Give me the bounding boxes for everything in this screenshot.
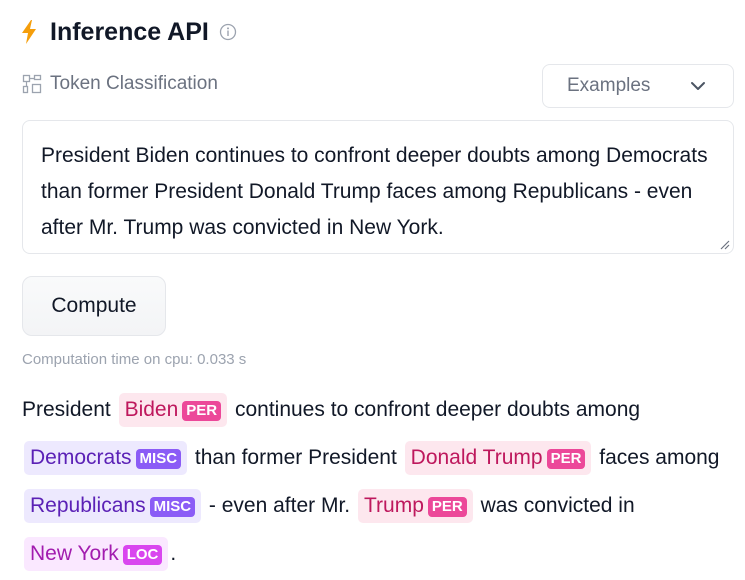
entity-text: Biden (124, 398, 179, 421)
entity-label: PER (427, 497, 467, 517)
token-classification-icon (22, 74, 42, 94)
entity-loc: New York LOC (24, 537, 169, 571)
compute-button[interactable]: Compute (22, 276, 166, 336)
entity-label: LOC (122, 545, 163, 565)
output-text: - even after Mr. (208, 494, 351, 517)
task-label: Token Classification (50, 73, 218, 94)
entity-text: New York (30, 542, 119, 565)
output-text: was convicted in (480, 494, 635, 517)
inference-api-title: Inference API (50, 17, 209, 46)
computation-time: Computation time on cpu: 0.033 s (22, 351, 247, 368)
entity-text: Trump (363, 494, 424, 517)
output-text: than former President (194, 446, 397, 469)
entity-misc: Democrats MISC (24, 441, 188, 475)
inference-api-header: Inference API (20, 14, 237, 50)
examples-dropdown[interactable]: Examples (542, 64, 734, 108)
output-text: faces among (599, 446, 720, 469)
info-icon[interactable] (219, 23, 237, 41)
entity-text: Republicans (30, 494, 146, 517)
entity-label: MISC (135, 449, 182, 469)
input-text: President Biden continues to confront de… (41, 144, 708, 239)
entity-per: Donald Trump PER (404, 441, 592, 475)
entity-label: MISC (149, 497, 196, 517)
entity-misc: Republicans MISC (24, 489, 202, 523)
entity-label: PER (546, 449, 586, 469)
task-type: Token Classification (22, 70, 218, 98)
output-text: President (22, 398, 111, 421)
token-classification-output: President Biden PER continues to confront… (22, 386, 737, 578)
output-text: continues to confront deeper doubts amon… (234, 398, 641, 421)
chevron-down-icon (691, 82, 705, 90)
examples-label: Examples (567, 75, 651, 96)
resize-handle-icon[interactable] (718, 238, 730, 250)
entity-per: Trump PER (357, 489, 473, 523)
lightning-bolt-icon (22, 20, 36, 44)
output-text: . (170, 542, 177, 565)
entity-per: Biden PER (118, 393, 228, 427)
entity-label: PER (182, 401, 222, 421)
input-textarea[interactable]: President Biden continues to confront de… (22, 120, 734, 254)
entity-text: Democrats (30, 446, 132, 469)
entity-text: Donald Trump (410, 446, 543, 469)
